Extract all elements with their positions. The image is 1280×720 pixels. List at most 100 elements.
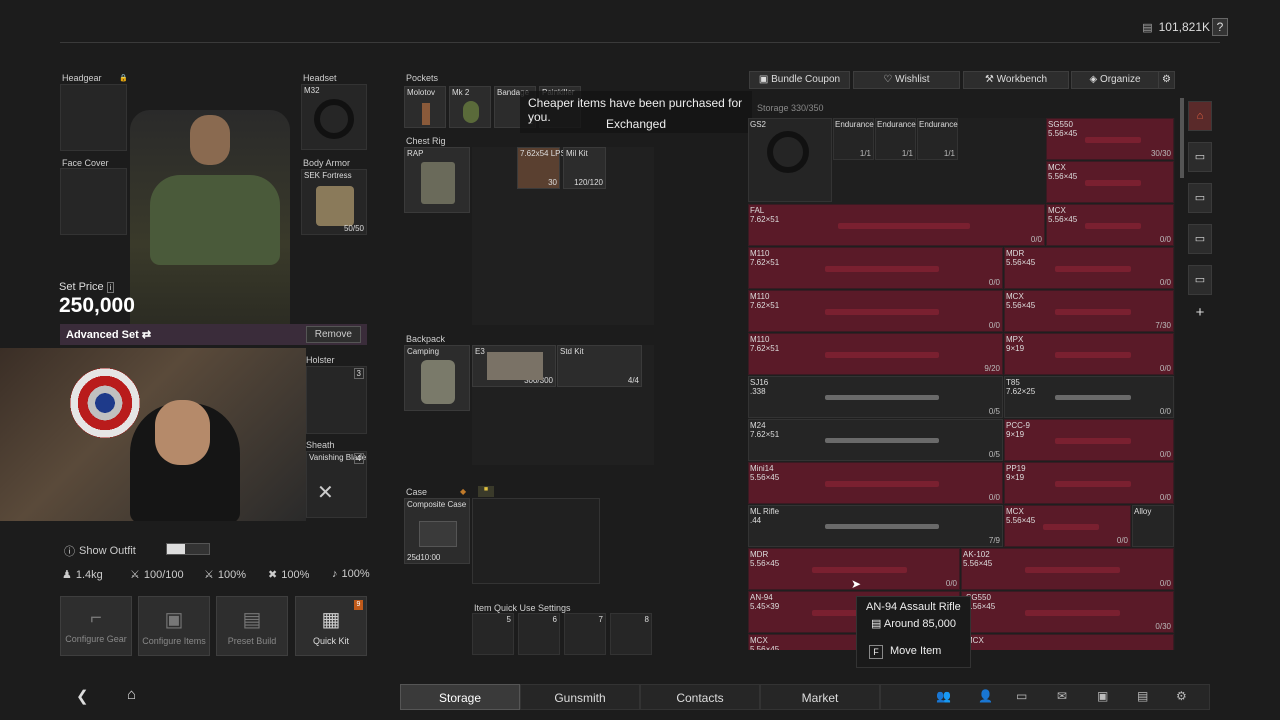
workbench-button[interactable]: ⚒ Workbench <box>963 71 1069 89</box>
storage-item[interactable]: MCX 5.56×45 0/0 <box>1046 204 1174 246</box>
organize-button[interactable]: ◈ Organize <box>1071 71 1159 89</box>
storage-item[interactable]: AK-102 5.56×45 0/0 <box>961 548 1174 590</box>
rig-icon <box>421 162 455 204</box>
body-armor-slot[interactable]: SEK Fortress 50/50 <box>301 169 367 235</box>
gold-badge-icon: ■ <box>478 486 494 497</box>
storage-item[interactable]: PP19 9×19 0/0 <box>1004 462 1174 504</box>
wrench-icon: ⚒ <box>984 74 994 85</box>
add-tab-icon[interactable]: + <box>1188 299 1212 329</box>
show-outfit-toggle[interactable] <box>166 543 210 555</box>
remove-button[interactable]: Remove <box>305 326 361 343</box>
kit-item[interactable]: Mil Kit 120/120 <box>563 147 606 189</box>
bag-icon: ▣ <box>164 609 184 631</box>
backpack-slot[interactable]: Camping <box>404 345 470 411</box>
swap-icon[interactable]: ⇄ <box>142 329 151 341</box>
chest-rig-slot[interactable]: RAP <box>404 147 470 213</box>
quick-use-slot[interactable]: 8 <box>610 613 652 655</box>
quick-use-slot[interactable]: 7 <box>564 613 606 655</box>
storage-item[interactable]: M24 7.62×51 0/5 <box>748 419 1003 461</box>
storage-item[interactable]: MDR 5.56×45 0/0 <box>1004 247 1174 289</box>
tab-gunsmith[interactable]: Gunsmith <box>520 684 640 710</box>
back-arrow-icon[interactable]: ❮ <box>76 687 89 705</box>
sheath-count: 4 <box>353 453 364 464</box>
storage-item[interactable]: SJ16 .338 0/5 <box>748 376 1003 418</box>
pocket-item[interactable]: Molotov <box>404 86 446 128</box>
tab-contacts[interactable]: Contacts <box>640 684 760 710</box>
sheath-slot[interactable]: Vanishing Blade 4 ✕ <box>306 451 367 518</box>
notification-line2: Exchanged <box>605 117 667 131</box>
storage-item[interactable]: MCX <box>961 634 1174 650</box>
std-kit-item[interactable]: Std Kit 4/4 <box>557 345 642 387</box>
settings-gear-button[interactable]: ⚙ <box>1158 71 1175 89</box>
document-icon[interactable]: ▤ <box>1137 689 1148 703</box>
storage-item[interactable]: ML Rifle .44 7/9 <box>748 505 1003 547</box>
ammo-item[interactable]: 7.62x54 LPS 30 <box>517 147 566 189</box>
show-outfit: ⓘ Show Outfit <box>64 543 136 559</box>
storage-item[interactable]: Alloy <box>1132 505 1174 547</box>
storage-item[interactable]: Mini14 5.56×45 0/0 <box>748 462 1003 504</box>
shop-icon[interactable]: ▣ <box>1097 689 1108 703</box>
mail-icon[interactable]: ✉ <box>1057 689 1067 703</box>
storage-item[interactable]: MCX 5.56×45 7/30 <box>1004 290 1174 332</box>
storage-item[interactable]: SG550 5.56×45 0/30 <box>961 591 1174 633</box>
e3-item[interactable]: E3 300/300 <box>472 345 556 387</box>
profile-icon[interactable]: 👤 <box>978 689 993 703</box>
storage-item[interactable]: MPX 9×19 0/0 <box>1004 333 1174 375</box>
operator-scarf <box>150 175 280 265</box>
storage-item[interactable]: Endurance 1/1 <box>917 118 958 160</box>
storage-tab-3-icon[interactable]: ▭ <box>1188 224 1212 254</box>
help-button[interactable]: ? <box>1212 18 1228 36</box>
headset-slot[interactable]: M32 <box>301 84 367 150</box>
set-price-label: Set Price i <box>59 281 115 293</box>
storage-tab-2-icon[interactable]: ▭ <box>1188 183 1212 213</box>
storage-item[interactable]: M110 7.62×51 0/0 <box>748 247 1003 289</box>
info-icon[interactable]: i <box>106 282 115 293</box>
mouse-cursor-icon: ➤ <box>851 577 862 591</box>
holster-count: 3 <box>353 368 364 379</box>
storage-item[interactable]: MCX 5.56×45 <box>1046 161 1174 203</box>
case-slot[interactable]: Composite Case 25d10:00 <box>404 498 470 564</box>
storage-item[interactable]: FAL 7.62×51 0/0 <box>748 204 1045 246</box>
home-icon[interactable]: ⌂ <box>127 686 136 703</box>
wishlist-button[interactable]: ♡ Wishlist <box>853 71 960 89</box>
storage-item[interactable]: T85 7.62×25 0/0 <box>1004 376 1174 418</box>
quick-use-slot[interactable]: 5 <box>472 613 514 655</box>
storage-item[interactable]: Endurance 1/1 <box>833 118 874 160</box>
storage-tab-1-icon[interactable]: ▭ <box>1188 142 1212 172</box>
bundle-coupon-button[interactable]: ▣ Bundle Coupon <box>749 71 850 89</box>
stat-4: ♪ 100% <box>332 568 370 580</box>
face-cover-slot[interactable] <box>60 168 127 235</box>
backpack-icon <box>421 360 455 404</box>
storage-item[interactable]: M110 7.62×51 0/0 <box>748 290 1003 332</box>
holster-slot[interactable]: 3 <box>306 366 367 434</box>
pockets-label: Pockets <box>406 73 439 83</box>
quick-use-slot[interactable]: 6 <box>518 613 560 655</box>
money-display: ▤ 101,821K <box>1142 20 1210 34</box>
storage-item[interactable]: SG550 5.56×45 30/30 <box>1046 118 1174 160</box>
e3-icon <box>487 352 543 380</box>
move-item-action[interactable]: Move Item <box>890 645 941 657</box>
tab-market[interactable]: Market <box>760 684 880 710</box>
storage-tab-4-icon[interactable]: ▭ <box>1188 265 1212 295</box>
configure-items-button[interactable]: ▣ Configure Items <box>138 596 210 656</box>
storage-item[interactable]: GS2 <box>748 118 832 202</box>
settings-icon[interactable]: ⚙ <box>1176 689 1187 703</box>
squad-icon[interactable]: 👥 <box>936 689 951 703</box>
storage-item[interactable]: MCX 5.56×45 0/0 <box>1004 505 1131 547</box>
stat-2-icon: ⚔ <box>204 569 214 581</box>
tab-storage[interactable]: Storage <box>400 684 520 710</box>
headgear-slot[interactable] <box>60 84 127 151</box>
chat-icon[interactable]: ▭ <box>1016 689 1027 703</box>
home-storage-icon[interactable]: ⌂ <box>1188 101 1212 131</box>
storage-item[interactable]: PCC-9 9×19 0/0 <box>1004 419 1174 461</box>
storage-item[interactable]: Endurance 1/1 <box>875 118 916 160</box>
pocket-item[interactable]: Mk 2 <box>449 86 491 128</box>
storage-item[interactable]: M110 7.62×51 9/20 <box>748 333 1003 375</box>
storage-scrollbar[interactable] <box>1180 98 1184 178</box>
configure-gear-button[interactable]: ⌐ Configure Gear <box>60 596 132 656</box>
preset-build-button[interactable]: ▤ Preset Build <box>216 596 288 656</box>
currency-icon: ▤ <box>871 618 882 630</box>
quick-kit-button[interactable]: ▦ Quick Kit 9 <box>295 596 367 656</box>
quick-kit-badge: 9 <box>354 600 363 610</box>
backpack-label: Backpack <box>406 334 446 344</box>
